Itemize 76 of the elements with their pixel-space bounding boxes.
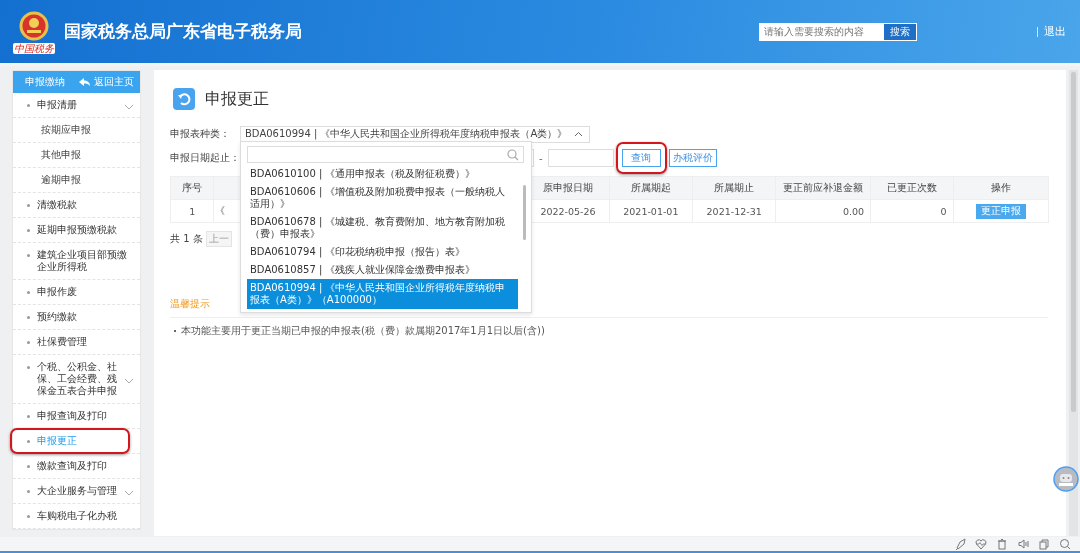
dropdown-option[interactable]: BDA0610857 | 《残疾人就业保障金缴费申报表》 xyxy=(247,261,518,279)
caret-icon xyxy=(124,103,134,110)
caret-icon xyxy=(574,131,583,137)
bullet-icon xyxy=(27,291,30,294)
dropdown-option[interactable]: BDA0610100 | 《通用申报表（税及附征税费）》 xyxy=(247,165,518,183)
column-header: 所属期止 xyxy=(692,176,776,200)
bullet-icon xyxy=(27,515,30,518)
dropdown-scrollbar[interactable] xyxy=(523,185,526,240)
sidebar-subitem[interactable]: 逾期申报 xyxy=(13,168,140,193)
page-title: 申报更正 xyxy=(205,88,269,110)
column-header: 所属期起 xyxy=(609,176,693,200)
bullet-icon xyxy=(27,204,30,207)
bullet-icon xyxy=(27,229,30,232)
column-header: 序号 xyxy=(170,176,214,200)
table-cell: 0.00 xyxy=(775,199,871,223)
sidebar-item[interactable]: 缴款查询及打印 xyxy=(13,454,140,479)
query-button[interactable]: 查询 xyxy=(621,149,661,167)
heart-pulse-icon xyxy=(975,538,987,550)
sidebar-item[interactable]: 个税、公积金、社保、工会经费、残保金五表合并申报 xyxy=(13,355,140,404)
dropdown-option[interactable]: BDA0610606 | 《增值税及附加税费申报表（一般纳税人适用）》 xyxy=(247,183,518,213)
column-header: 已更正次数 xyxy=(870,176,954,200)
bullet-icon xyxy=(27,104,30,107)
sidebar-item[interactable]: 车购税电子化办税 xyxy=(13,504,140,529)
bullet-icon xyxy=(27,366,30,369)
site-title: 国家税务总局广东省电子税务局 xyxy=(64,20,302,43)
sidebar-item[interactable]: 建筑企业项目部预缴企业所得税 xyxy=(13,243,140,280)
dropdown-option[interactable]: BDA0610678 | 《城建税、教育费附加、地方教育附加税（费）申报表》 xyxy=(247,213,518,243)
sidebar-item[interactable]: 申报作废 xyxy=(13,280,140,305)
record-count: 共 1 条 xyxy=(170,232,203,246)
sidebar-item[interactable]: 预约缴款 xyxy=(13,305,140,330)
bullet-icon xyxy=(27,316,30,319)
bullet-icon xyxy=(27,341,30,344)
field-label: 申报日期起止： xyxy=(170,151,240,165)
sidebar-item[interactable]: 大企业服务与管理 xyxy=(13,479,140,504)
search-icon xyxy=(507,149,519,161)
trash-icon xyxy=(996,538,1008,550)
sidebar-subitem[interactable]: 其他申报 xyxy=(13,143,140,168)
dropdown-option[interactable]: BDA0610994 | 《中华人民共和国企业所得税年度纳税申报表（A类）》（A100000） xyxy=(247,279,518,309)
caret-icon xyxy=(124,377,134,384)
table-cell: 2021-12-31 xyxy=(692,199,776,223)
bullet-icon xyxy=(27,490,30,493)
speaker-icon xyxy=(1017,538,1029,550)
dropdown-option[interactable]: BDA0610794 | 《印花税纳税申报（报告）表》 xyxy=(247,243,518,261)
sidebar-item[interactable]: 申报清册 xyxy=(13,93,140,118)
table-cell: 0 xyxy=(870,199,954,223)
sidebar-item[interactable]: 申报查询及打印 xyxy=(13,404,140,429)
sidebar-item[interactable]: 延期申报预缴税款 xyxy=(13,218,140,243)
bullet-icon xyxy=(27,465,30,468)
caret-icon xyxy=(124,489,134,496)
table-cell: 1 xyxy=(170,199,214,223)
column-header: 操作 xyxy=(953,176,1049,200)
table-cell: 2021-01-01 xyxy=(609,199,693,223)
field-label: 申报表种类： xyxy=(170,127,231,141)
sidebar-subitem[interactable]: 按期应申报 xyxy=(13,118,140,143)
dropdown-search-field[interactable] xyxy=(247,146,524,163)
bullet-icon xyxy=(27,440,30,443)
rating-button[interactable]: 办税评价 xyxy=(668,149,717,167)
bullet-icon xyxy=(27,415,30,418)
search-field[interactable]: 请输入需要搜索的内容 xyxy=(759,22,883,41)
date-field[interactable] xyxy=(547,149,614,167)
sidebar-title: 申报缴纳 xyxy=(25,75,65,89)
robot-assistant-icon[interactable] xyxy=(1053,466,1079,492)
tip-text: 本功能主要用于更正当期已申报的申报表(税（费）款属期2017年1月1日以后(含)) xyxy=(181,324,545,338)
search-icon xyxy=(1059,538,1071,550)
logo-text: 中国税务 xyxy=(13,42,55,54)
copy-icon xyxy=(1038,538,1050,550)
page-scrollbar[interactable] xyxy=(1069,70,1078,536)
bullet-icon xyxy=(27,254,30,257)
emblem-icon xyxy=(17,9,51,42)
back-arrow-icon xyxy=(78,77,90,87)
sidebar-item[interactable]: 社保费管理 xyxy=(13,330,140,355)
sidebar-item[interactable]: 清缴税款 xyxy=(13,193,140,218)
search-button[interactable]: 搜索 xyxy=(883,22,917,41)
date-separator: - xyxy=(539,152,543,164)
column-header: 更正前应补退金额 xyxy=(775,176,871,200)
refresh-document-icon xyxy=(173,88,195,110)
